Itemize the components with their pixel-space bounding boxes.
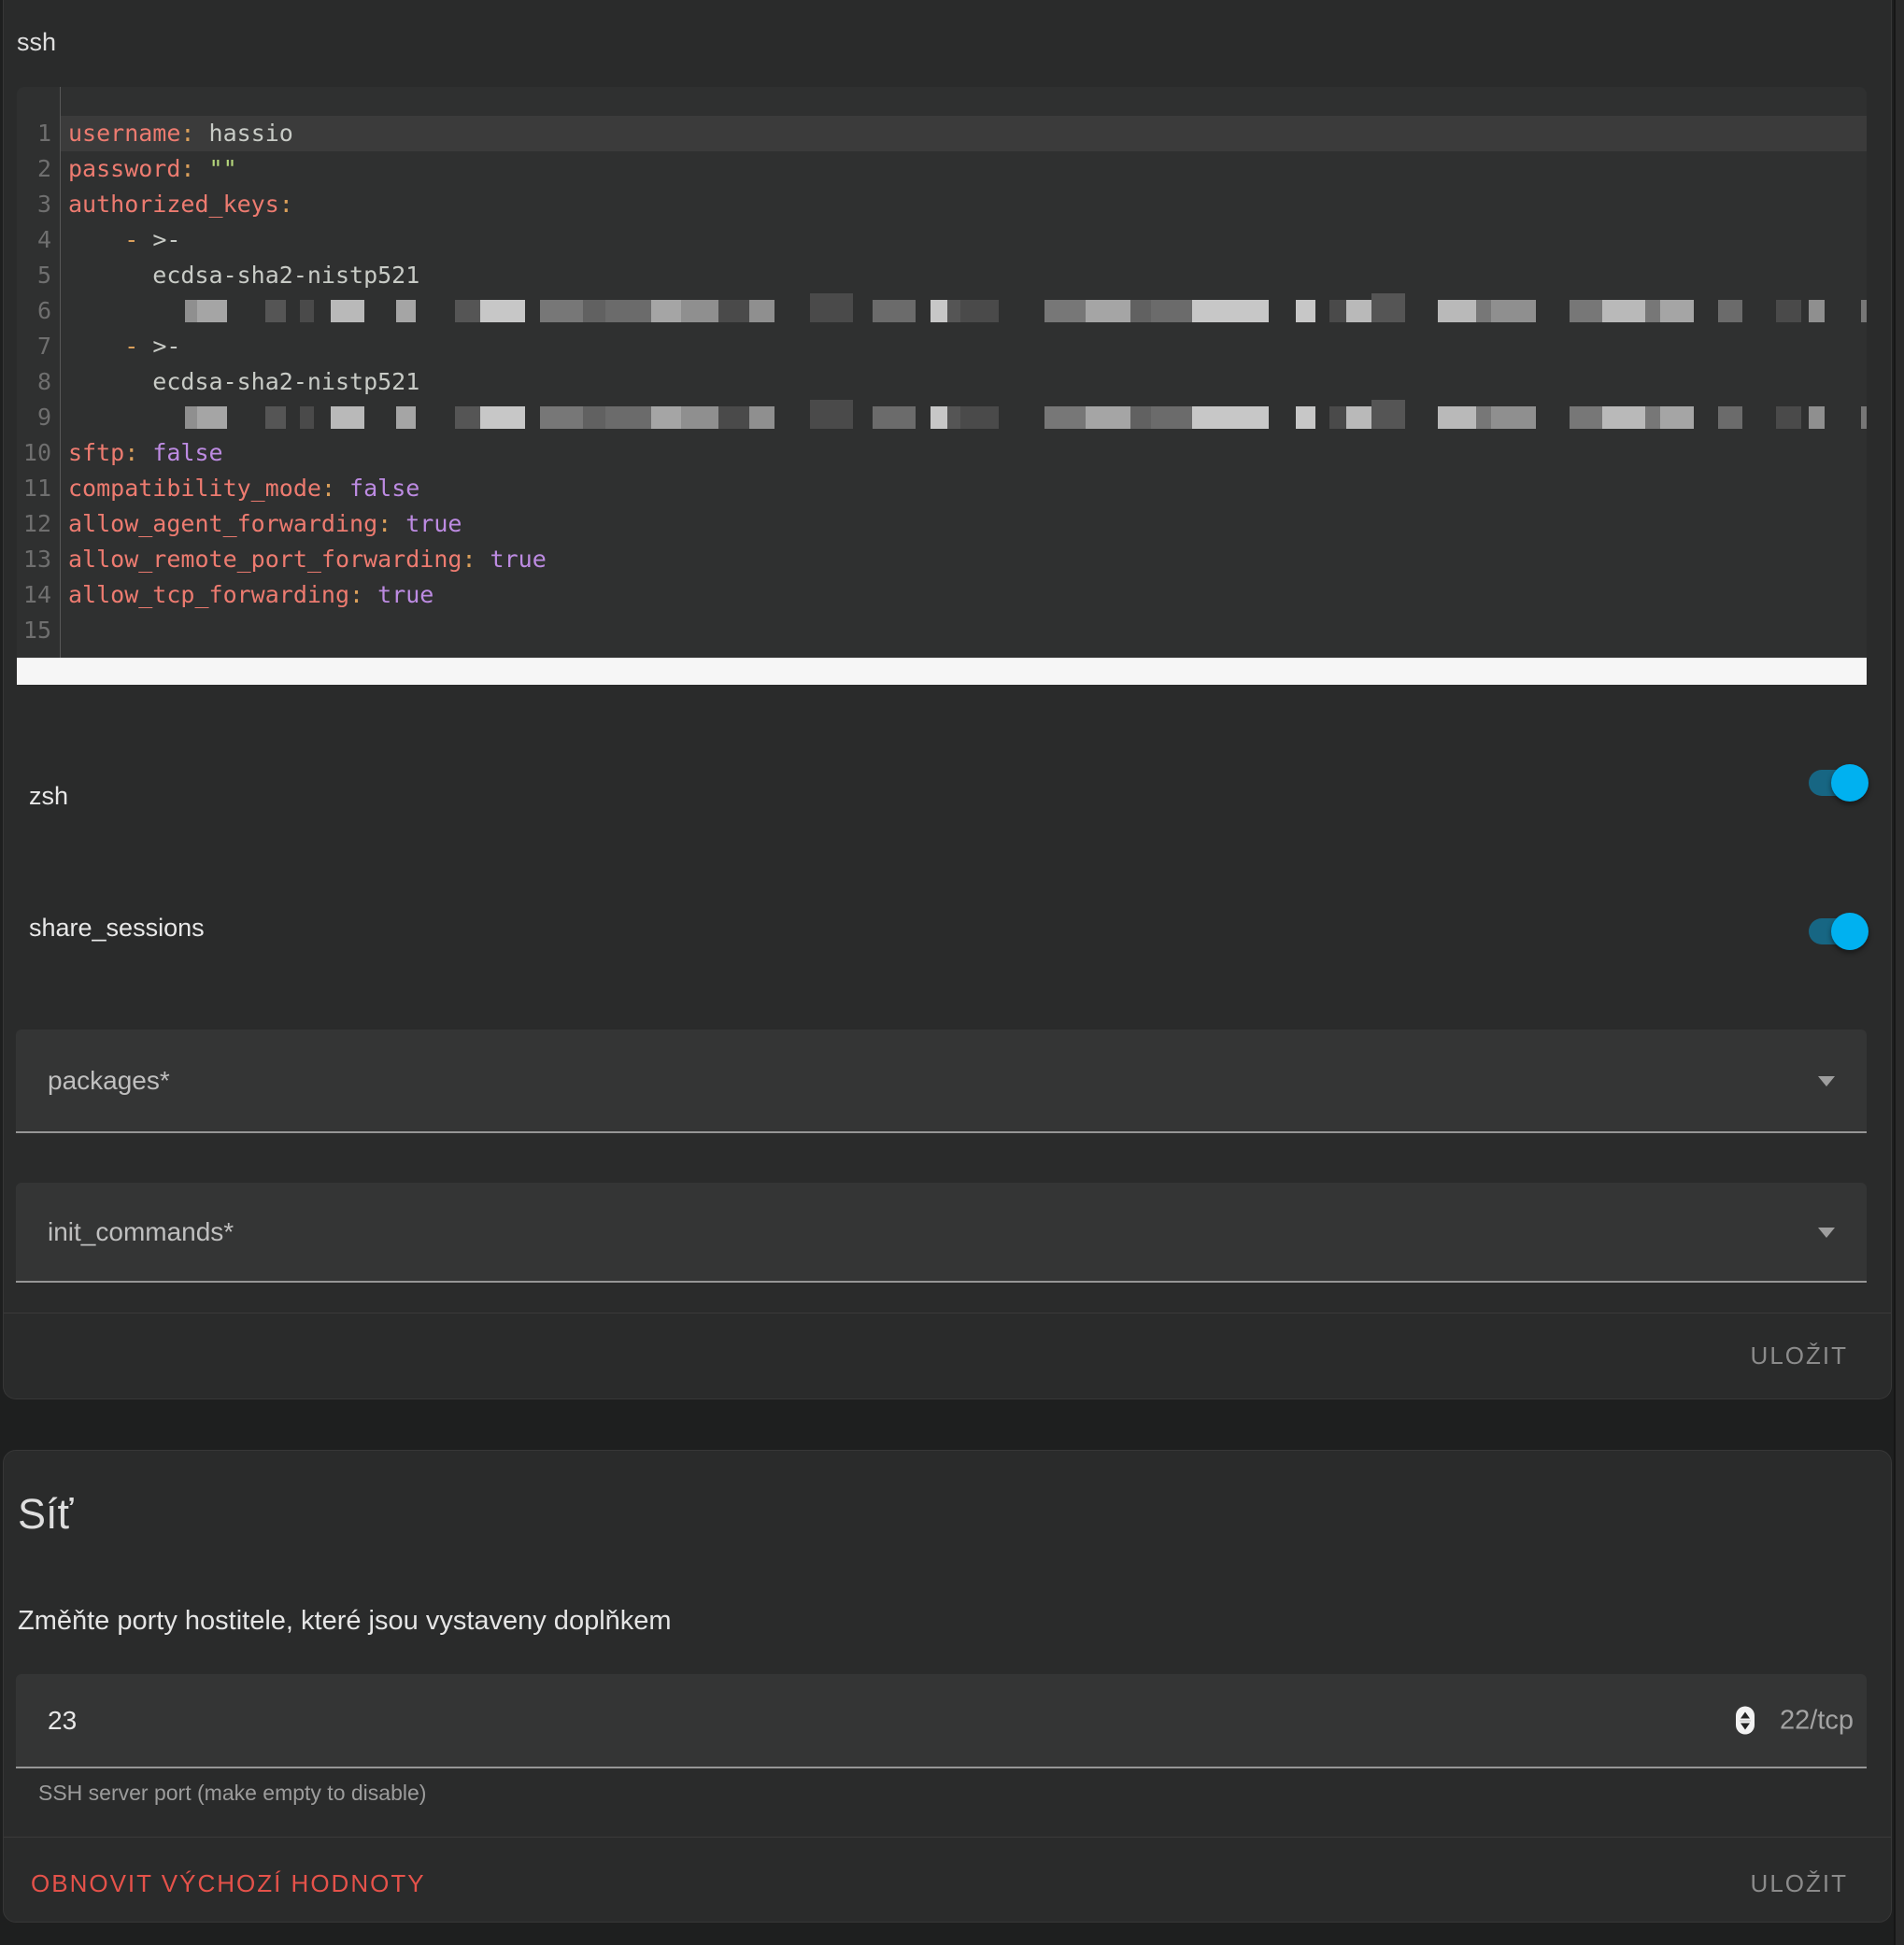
reset-defaults-button[interactable]: OBNOVIT VÝCHOZÍ HODNOTY: [31, 1869, 426, 1898]
line-number: 15: [17, 613, 60, 648]
code-lines[interactable]: username: hassiopassword: ""authorized_k…: [61, 87, 1867, 658]
code-token: allow_agent_forwarding: [68, 510, 377, 537]
redacted-key-blur: [149, 400, 1867, 435]
stepper-down-icon[interactable]: [1741, 1723, 1750, 1729]
packages-select-label: packages*: [48, 1066, 170, 1096]
code-token: :: [180, 120, 194, 147]
code-token: -: [124, 333, 138, 360]
number-stepper-icon[interactable]: [1736, 1707, 1755, 1735]
network-card: Síť Změňte porty hostitele, které jsou v…: [3, 1450, 1892, 1923]
code-line[interactable]: allow_tcp_forwarding: true: [61, 577, 1867, 613]
code-token: "": [194, 155, 236, 182]
code-token: sftp: [68, 439, 124, 466]
port-helper-text: SSH server port (make empty to disable): [38, 1781, 426, 1806]
code-line[interactable]: [61, 613, 1867, 648]
network-description: Změňte porty hostitele, které jsou vysta…: [18, 1606, 672, 1637]
chevron-down-icon: [1818, 1228, 1835, 1238]
code-token: true: [391, 510, 462, 537]
code-token: :: [321, 475, 335, 502]
code-token: :: [377, 510, 391, 537]
container-port-label: 22/tcp: [1780, 1705, 1854, 1736]
zsh-toggle-label: zsh: [29, 782, 68, 811]
port-input[interactable]: 23: [48, 1706, 77, 1736]
network-actions-divider: [4, 1837, 1891, 1838]
toggle-thumb: [1831, 764, 1868, 802]
code-line[interactable]: sftp: false: [61, 435, 1867, 471]
line-number: 4: [17, 222, 60, 258]
code-line[interactable]: - >-: [61, 329, 1867, 364]
code-line[interactable]: allow_remote_port_forwarding: true: [61, 542, 1867, 577]
line-number: 9: [17, 400, 60, 435]
code-token: :: [279, 191, 293, 218]
code-token: false: [138, 439, 222, 466]
code-area[interactable]: 123456789101112131415 username: hassiopa…: [17, 87, 1867, 658]
editor-horizontal-scrollbar[interactable]: [17, 658, 1867, 685]
code-line[interactable]: password: "": [61, 151, 1867, 187]
ssh-field-label: ssh: [17, 28, 56, 57]
ssh-port-field[interactable]: 23 22/tcp: [16, 1674, 1867, 1768]
line-number-gutter: 123456789101112131415: [17, 87, 61, 658]
line-number: 10: [17, 435, 60, 471]
code-line[interactable]: ecdsa-sha2-nistp521: [61, 258, 1867, 293]
code-token: ecdsa-sha2-nistp521: [68, 262, 419, 289]
line-number: 8: [17, 364, 60, 400]
code-token: [68, 226, 124, 253]
code-token: :: [180, 155, 194, 182]
toggle-thumb: [1831, 913, 1868, 950]
page-scrollbar[interactable]: [1894, 0, 1904, 1945]
line-number: 6: [17, 293, 60, 329]
line-number: 11: [17, 471, 60, 506]
code-token: :: [349, 581, 363, 608]
code-token: true: [476, 546, 547, 573]
line-number: 5: [17, 258, 60, 293]
line-number: 13: [17, 542, 60, 577]
code-line[interactable]: ecdsa-sha2-nistp521: [61, 364, 1867, 400]
code-line[interactable]: compatibility_mode: false: [61, 471, 1867, 506]
code-token: [68, 333, 124, 360]
code-token: hassio: [194, 120, 292, 147]
code-token: allow_remote_port_forwarding: [68, 546, 462, 573]
share-sessions-toggle[interactable]: [1809, 918, 1861, 944]
code-token: >-: [138, 226, 180, 253]
zsh-toggle[interactable]: [1809, 770, 1861, 796]
code-token: true: [363, 581, 433, 608]
code-line[interactable]: [61, 293, 1867, 329]
line-number: 7: [17, 329, 60, 364]
code-token: password: [68, 155, 180, 182]
code-token: :: [462, 546, 476, 573]
ssh-yaml-editor[interactable]: 123456789101112131415 username: hassiopa…: [17, 87, 1867, 685]
line-number: 12: [17, 506, 60, 542]
line-number: 14: [17, 577, 60, 613]
code-token: :: [124, 439, 138, 466]
code-token: authorized_keys: [68, 191, 279, 218]
init-commands-select-label: init_commands*: [48, 1217, 234, 1247]
code-token: >-: [138, 333, 180, 360]
code-token: ecdsa-sha2-nistp521: [68, 368, 419, 395]
code-token: compatibility_mode: [68, 475, 321, 502]
line-number: 3: [17, 187, 60, 222]
code-token: allow_tcp_forwarding: [68, 581, 349, 608]
code-token: -: [124, 226, 138, 253]
stepper-up-icon[interactable]: [1741, 1711, 1750, 1718]
save-config-button[interactable]: ULOŽIT: [1751, 1342, 1848, 1370]
code-token: false: [335, 475, 419, 502]
code-token: username: [68, 120, 180, 147]
config-card: ssh 123456789101112131415 username: hass…: [3, 0, 1892, 1399]
line-number: 1: [17, 116, 60, 151]
line-number: 2: [17, 151, 60, 187]
code-line[interactable]: [61, 400, 1867, 435]
packages-select[interactable]: packages*: [16, 1029, 1867, 1133]
save-network-button[interactable]: ULOŽIT: [1751, 1869, 1848, 1898]
code-line[interactable]: username: hassio: [61, 116, 1867, 151]
network-title: Síť: [18, 1490, 73, 1539]
init-commands-select[interactable]: init_commands*: [16, 1183, 1867, 1283]
chevron-down-icon: [1818, 1076, 1835, 1086]
code-line[interactable]: - >-: [61, 222, 1867, 258]
code-line[interactable]: allow_agent_forwarding: true: [61, 506, 1867, 542]
share-sessions-toggle-label: share_sessions: [29, 914, 205, 943]
redacted-key-blur: [149, 293, 1867, 329]
code-line[interactable]: authorized_keys:: [61, 187, 1867, 222]
